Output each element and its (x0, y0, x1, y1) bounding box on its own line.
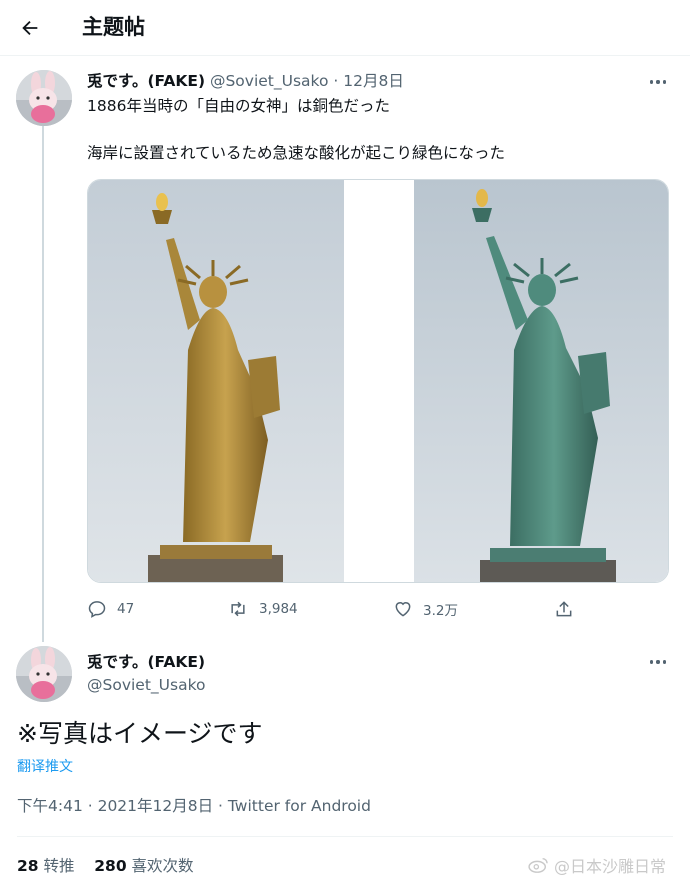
page-title: 主题帖 (82, 15, 145, 39)
handle[interactable]: @Soviet_Usako (87, 676, 206, 694)
more-options-button[interactable] (644, 72, 672, 92)
reply-icon (88, 601, 106, 618)
more-dots-icon (649, 660, 654, 664)
bunny-avatar-image (16, 70, 72, 126)
back-arrow-icon (22, 20, 38, 36)
reply-button[interactable]: 47 (87, 596, 134, 622)
green-statue-photo[interactable] (414, 180, 669, 583)
reply-text: ※写真はイメージです (17, 719, 263, 748)
back-button[interactable] (14, 12, 46, 44)
copper-statue-photo[interactable] (88, 180, 344, 583)
more-dot (656, 660, 660, 664)
tweet-text-line2: 海岸に設置されているため急速な酸化が起こり緑色になった (87, 144, 506, 162)
top-bar: 主题帖 (0, 0, 690, 56)
display-name[interactable]: 兎です。(FAKE) (87, 653, 205, 671)
display-name[interactable]: 兎です。(FAKE) (87, 72, 205, 90)
share-button[interactable] (554, 596, 574, 622)
more-dot (662, 660, 667, 664)
retweet-count: 3,984 (259, 601, 298, 617)
avatar[interactable] (16, 70, 72, 126)
translate-tweet-link[interactable]: 翻译推文 (17, 757, 73, 777)
tweet-stats: 28 转推 280 喜欢次数 (17, 855, 194, 877)
share-icon (556, 601, 572, 617)
divider (17, 836, 673, 837)
weibo-logo-icon (528, 857, 548, 873)
tweet-meta[interactable]: 下午4:41 · 2021年12月8日 · Twitter for Androi… (17, 795, 371, 817)
media-container[interactable] (87, 179, 669, 583)
tweet-header: 兎です。(FAKE) @Soviet_Usako · 12月8日 (87, 70, 404, 92)
watermark-text: @日本沙雕日常 (554, 857, 667, 876)
reply-count: 47 (117, 601, 135, 617)
tweet-actions: 47 3,984 3.2万 (87, 596, 587, 622)
retweet-button[interactable]: 3,984 (227, 596, 298, 622)
heart-icon (395, 602, 411, 617)
more-dot (662, 80, 667, 84)
tweet-date[interactable]: 12月8日 (343, 72, 404, 90)
avatar[interactable] (16, 646, 72, 702)
more-dot (656, 80, 660, 84)
bunny-avatar-image (16, 646, 72, 702)
retweet-stat-count[interactable]: 28 (17, 857, 39, 875)
like-count: 3.2万 (423, 603, 458, 619)
separator-dot: · (333, 72, 339, 90)
like-stat-label[interactable]: 喜欢次数 (132, 857, 194, 875)
more-dots-icon (649, 80, 654, 84)
thread-line (42, 126, 44, 642)
retweet-stat-label[interactable]: 转推 (44, 857, 75, 875)
retweet-icon (231, 601, 245, 617)
weibo-watermark: @日本沙雕日常 (528, 853, 666, 877)
like-stat-count[interactable]: 280 (94, 857, 126, 875)
tweet-text-line1: 1886年当時の「自由の女神」は銅色だった (87, 97, 390, 115)
handle[interactable]: @Soviet_Usako (210, 72, 329, 90)
like-button[interactable]: 3.2万 (393, 596, 458, 622)
reply-header: 兎です。(FAKE) (87, 651, 205, 673)
reply-handle-row: @Soviet_Usako (87, 674, 206, 696)
more-options-button[interactable] (644, 652, 672, 672)
